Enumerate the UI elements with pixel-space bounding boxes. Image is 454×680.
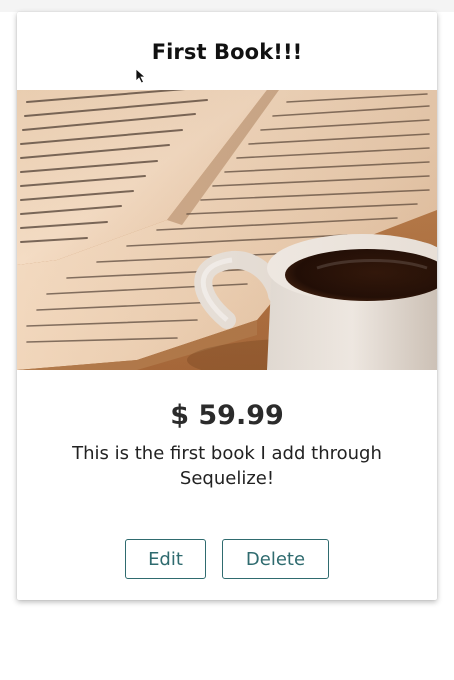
- book-description: This is the first book I add through Seq…: [72, 443, 382, 489]
- mouse-pointer-icon: [135, 68, 147, 84]
- edit-button[interactable]: Edit: [125, 539, 206, 579]
- book-card: First Book!!! $ 59.99 This is the first …: [17, 12, 437, 600]
- top-strip: [0, 0, 454, 12]
- book-image: [17, 90, 437, 370]
- page: First Book!!! $ 59.99 This is the first …: [0, 0, 454, 680]
- book-title: First Book!!!: [151, 40, 303, 64]
- delete-button[interactable]: Delete: [222, 539, 329, 579]
- book-price: $ 59.99: [170, 400, 284, 431]
